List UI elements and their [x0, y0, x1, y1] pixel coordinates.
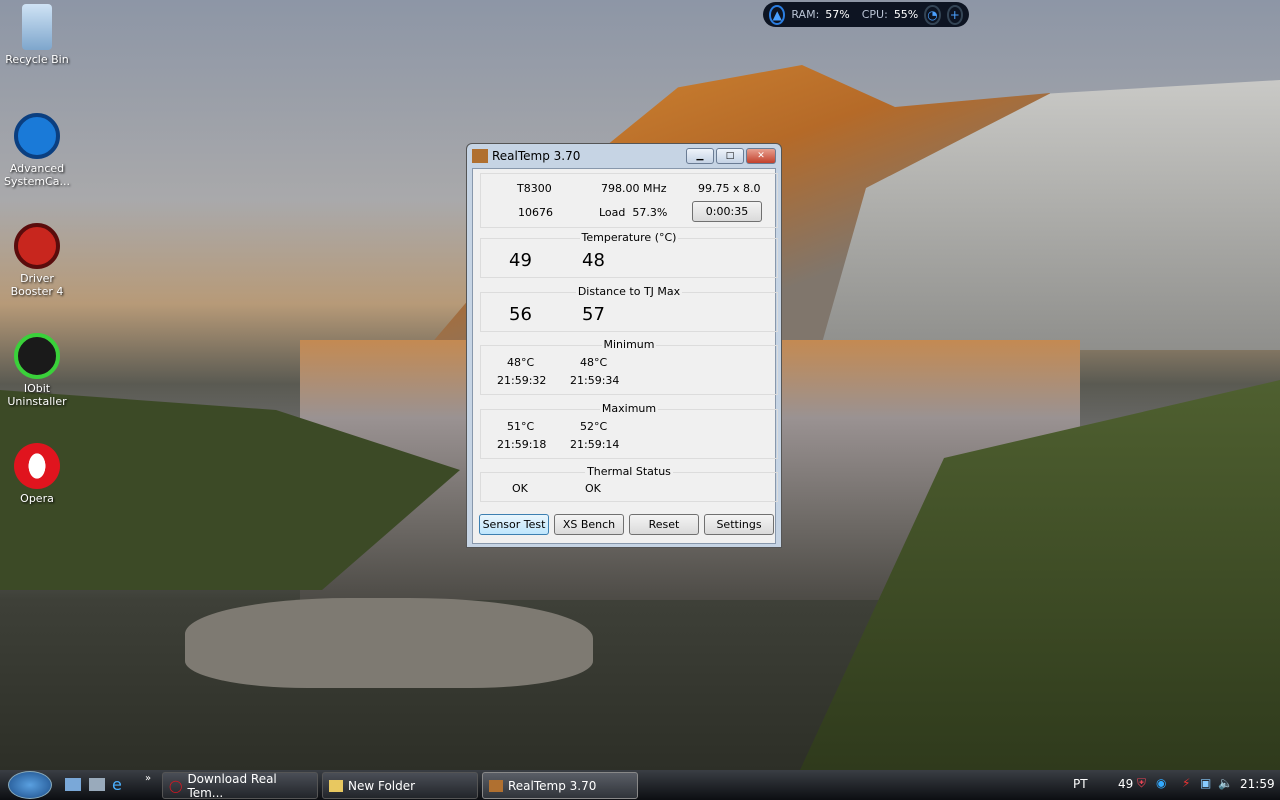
maximum-title: Maximum: [599, 402, 659, 415]
core0-min-temp: 48°C: [507, 356, 535, 369]
reset-button[interactable]: Reset: [629, 514, 699, 535]
multiplier: 99.75 x 8.0: [698, 182, 761, 195]
temperature-title: Temperature (°C): [579, 231, 679, 244]
cpu-frequency: 798.00 MHz: [601, 182, 667, 195]
core0-thermal-status: OK: [512, 482, 528, 495]
timer-button[interactable]: 0:00:35: [692, 201, 762, 222]
switch-windows-icon[interactable]: [89, 778, 105, 791]
core0-max-temp: 51°C: [507, 420, 535, 433]
minimum-group: Minimum 48°C 48°C 21:59:32 21:59:34: [480, 338, 778, 395]
internet-explorer-icon[interactable]: e: [112, 775, 122, 794]
system-monitor-widget[interactable]: ▲ RAM: 57% CPU: 55% ◔ +: [763, 2, 969, 27]
client-area: T8300 798.00 MHz 99.75 x 8.0 10676 Load …: [472, 168, 778, 544]
tray-temperature[interactable]: 49: [1118, 777, 1133, 791]
clock[interactable]: 21:59: [1240, 777, 1275, 791]
quicklaunch-more-icon[interactable]: »: [145, 773, 151, 784]
maximize-button[interactable]: □: [716, 148, 744, 164]
minimize-button[interactable]: ▁: [686, 148, 714, 164]
core1-thermal-status: OK: [585, 482, 601, 495]
show-desktop-icon[interactable]: [65, 778, 81, 791]
task-download-real-temp[interactable]: ◯ Download Real Tem...: [162, 772, 318, 800]
core0-temperature: 49: [509, 250, 532, 271]
task-realtemp[interactable]: RealTemp 3.70: [482, 772, 638, 799]
opera-icon: [14, 443, 60, 489]
security-shield-icon[interactable]: ⛨: [1137, 776, 1146, 791]
minimum-title: Minimum: [601, 338, 657, 351]
xs-bench-button[interactable]: XS Bench: [554, 514, 624, 535]
settings-button[interactable]: Settings: [704, 514, 774, 535]
desktop-icon-recycle-bin[interactable]: Recycle Bin: [0, 4, 74, 66]
broom-icon[interactable]: ▲: [769, 4, 786, 25]
core1-max-time: 21:59:14: [570, 438, 620, 451]
desktop-icon-iobit-uninstaller[interactable]: IObit Uninstaller: [0, 333, 74, 408]
advanced-systemcare-tray-icon[interactable]: ◉: [1156, 776, 1166, 790]
realtemp-icon: [489, 779, 503, 792]
folder-icon: [329, 779, 343, 792]
sensor-test-button[interactable]: Sensor Test: [479, 514, 549, 535]
core1-temperature: 48: [582, 250, 605, 271]
realtemp-window: RealTemp 3.70 ▁ □ ✕ T8300 798.00 MHz 99.75…: [466, 143, 782, 548]
temperature-group: Temperature (°C) 49 48: [480, 231, 778, 278]
advanced-systemcare-icon: [14, 113, 60, 159]
driver-booster-icon: [14, 223, 60, 269]
speedometer-icon[interactable]: ◔: [924, 4, 941, 25]
distance-group: Distance to TJ Max 56 57: [480, 285, 778, 332]
plus-icon[interactable]: +: [946, 4, 963, 25]
window-title: RealTemp 3.70: [492, 149, 581, 163]
core1-max-temp: 52°C: [580, 420, 608, 433]
maximum-group: Maximum 51°C 52°C 21:59:18 21:59:14: [480, 402, 778, 459]
recycle-bin-icon: [22, 4, 52, 50]
wallpaper-rock: [185, 598, 593, 688]
core1-min-time: 21:59:34: [570, 374, 620, 387]
desktop-icon-driver-booster[interactable]: Driver Booster 4: [0, 223, 74, 298]
vid-value: 10676: [518, 206, 553, 219]
language-indicator[interactable]: PT: [1073, 777, 1088, 791]
iobit-uninstaller-icon: [14, 333, 60, 379]
title-bar[interactable]: RealTemp 3.70 ▁ □ ✕: [472, 144, 776, 168]
core1-min-temp: 48°C: [580, 356, 608, 369]
core0-min-time: 21:59:32: [497, 374, 547, 387]
desktop-icon-advanced-systemcare[interactable]: Advanced SystemCa...: [0, 113, 74, 188]
power-plug-icon[interactable]: ⚡: [1182, 776, 1190, 790]
core1-distance: 57: [582, 304, 605, 325]
close-button[interactable]: ✕: [746, 148, 776, 164]
core0-max-time: 21:59:18: [497, 438, 547, 451]
thermal-status-group: Thermal Status OK OK: [480, 465, 778, 502]
cpu-load: Load 57.3%: [599, 206, 668, 219]
cpu-model: T8300: [517, 182, 552, 195]
volume-icon[interactable]: 🔈: [1218, 776, 1233, 790]
distance-title: Distance to TJ Max: [575, 285, 683, 298]
thermal-status-title: Thermal Status: [585, 465, 673, 478]
desktop-icon-opera[interactable]: Opera: [0, 443, 74, 505]
start-button[interactable]: [8, 771, 52, 799]
taskbar: e » ◯ Download Real Tem... New Folder Rea…: [0, 770, 1280, 800]
task-new-folder[interactable]: New Folder: [322, 772, 478, 799]
network-icon[interactable]: ▣: [1200, 776, 1211, 790]
info-group: T8300 798.00 MHz 99.75 x 8.0 10676 Load …: [480, 173, 778, 228]
realtemp-app-icon: [472, 149, 488, 163]
core0-distance: 56: [509, 304, 532, 325]
opera-icon: ◯: [169, 778, 183, 793]
